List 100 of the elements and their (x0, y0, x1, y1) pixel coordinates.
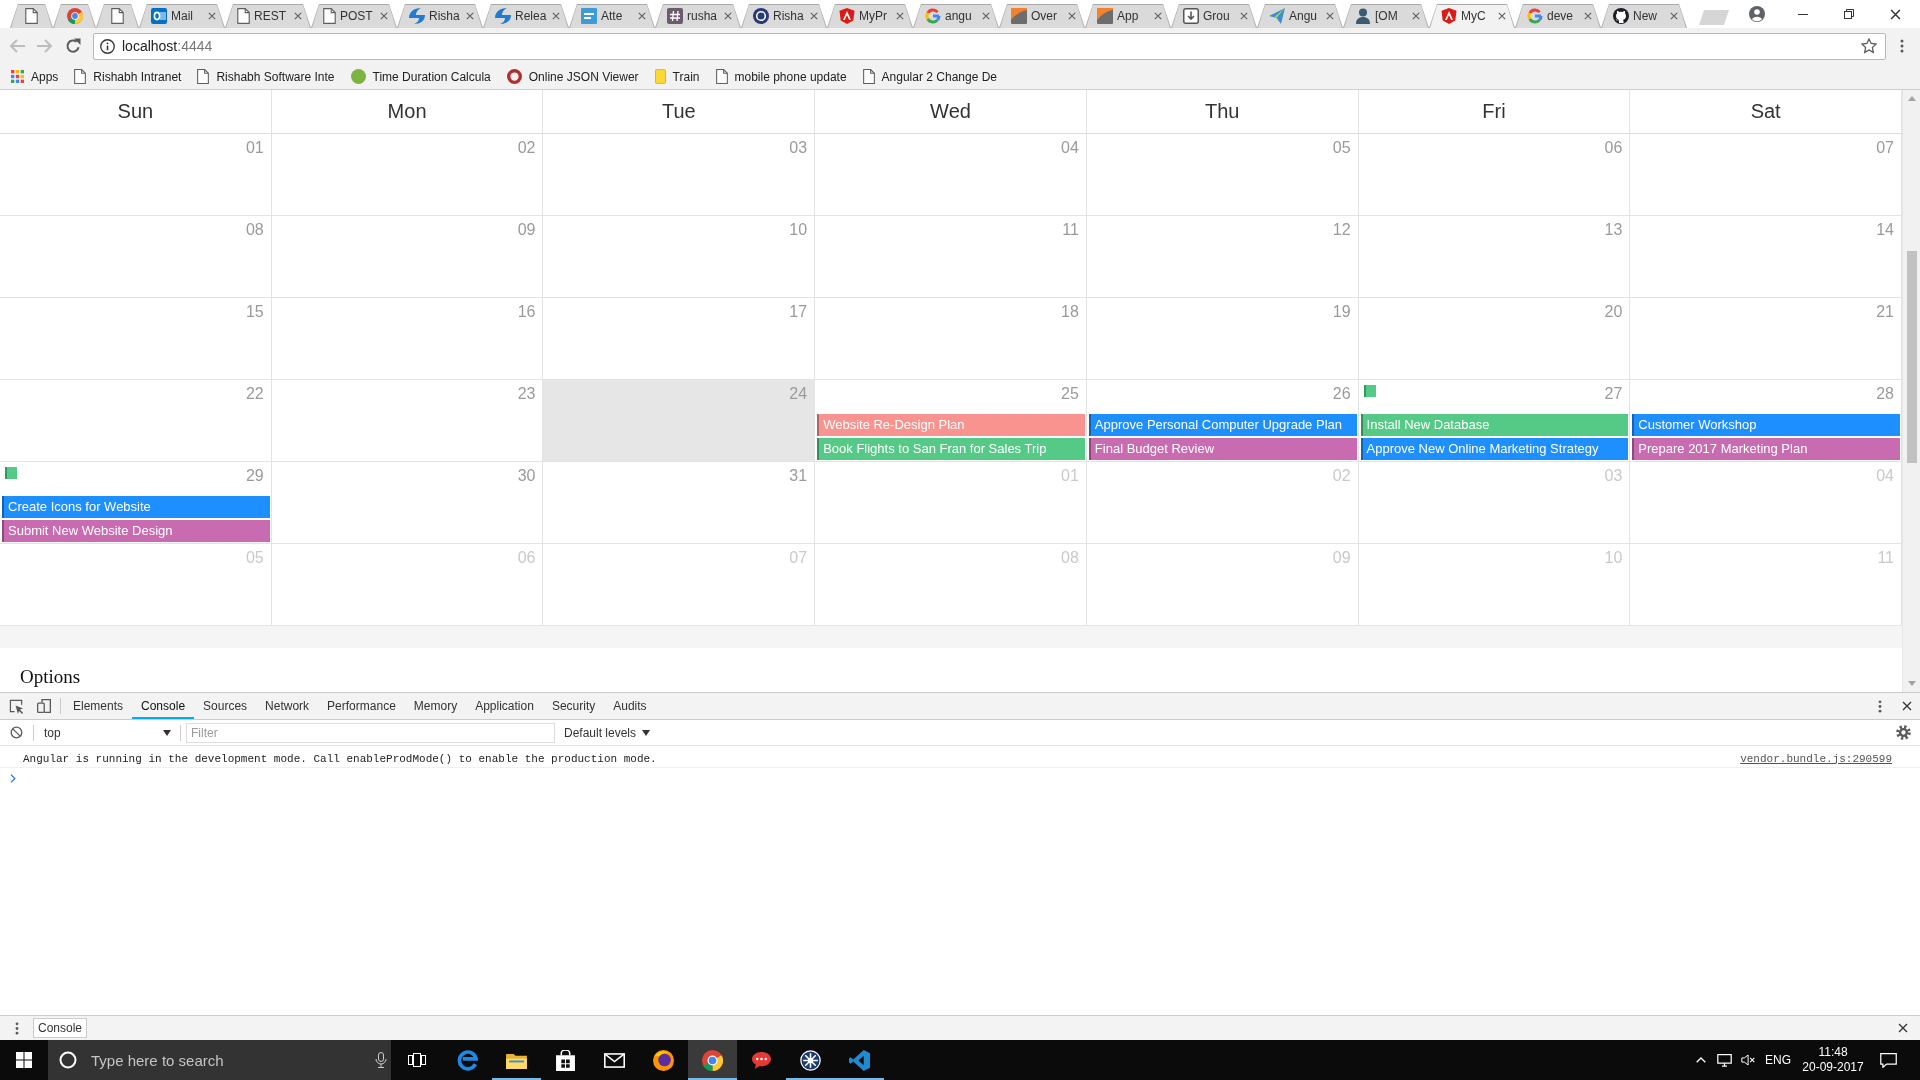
device-icon[interactable] (36, 699, 51, 713)
address-field[interactable]: localhost:4444 (93, 32, 1886, 60)
browser-tab[interactable] (10, 4, 53, 28)
context-select[interactable]: top (37, 722, 175, 743)
day-cell[interactable]: 21 (1630, 298, 1902, 380)
event-bar[interactable]: Install New Database (1360, 414, 1629, 436)
more-icon[interactable] (1877, 699, 1882, 713)
day-cell[interactable]: 17 (543, 298, 816, 380)
day-cell[interactable]: 24 (543, 380, 816, 462)
day-cell[interactable]: 05 (1086, 134, 1359, 216)
caret-icon[interactable] (1696, 1057, 1706, 1063)
browser-tab[interactable]: [OM (1343, 4, 1429, 28)
devtools-tab[interactable]: Audits (604, 693, 656, 719)
bookmark-link[interactable]: Rishabh Intranet (69, 65, 187, 88)
browser-tab[interactable]: Risha (397, 4, 483, 28)
search-field[interactable]: Type here to search (84, 1040, 361, 1080)
bookmark-link[interactable]: Angular 2 Change De (857, 65, 1002, 88)
restore-icon[interactable] (1844, 9, 1854, 19)
bookmark-link[interactable]: Apps (6, 65, 64, 88)
day-cell[interactable]: 02 (271, 134, 544, 216)
devtools-tab[interactable]: Memory (404, 693, 467, 719)
day-cell[interactable]: 26 Approve Personal Computer Upgrade Plan Final Budget Review (1086, 380, 1359, 462)
event-bar[interactable]: Approve Personal Computer Upgrade Plan (1088, 414, 1357, 436)
scrollbar[interactable] (1902, 90, 1920, 692)
reload-icon[interactable] (65, 38, 81, 54)
day-cell[interactable]: 22 (0, 380, 272, 462)
language-indicator[interactable]: ENG (1760, 1040, 1796, 1080)
devtools-tab[interactable]: Elements (64, 693, 133, 719)
day-cell[interactable]: 14 (1630, 216, 1902, 298)
day-cell[interactable]: 09 (271, 216, 544, 298)
star-icon[interactable] (1861, 38, 1877, 54)
bookmark-link[interactable]: Train (649, 65, 705, 88)
clock-time[interactable]: 11:48 (1818, 1045, 1848, 1060)
day-cell[interactable]: 29 Create Icons for Website Submit New Website Design (0, 462, 272, 544)
day-cell[interactable]: 06 (1358, 134, 1631, 216)
day-cell[interactable]: 25 Website Re-Design Plan Book Flights to San Fran for Sales Trip (815, 380, 1087, 462)
browser-tab[interactable]: MyPr (827, 4, 913, 28)
more-icon[interactable] (14, 1021, 19, 1035)
event-bar[interactable]: Prepare 2017 Marketing Plan (1632, 438, 1900, 460)
day-cell[interactable]: 20 (1358, 298, 1631, 380)
day-cell[interactable]: 18 (815, 298, 1087, 380)
bookmark-link[interactable]: Online JSON Viewer (501, 65, 644, 88)
event-bar[interactable]: Approve New Online Marketing Strategy (1360, 438, 1629, 460)
event-bar[interactable]: Website Re-Design Plan (817, 414, 1085, 436)
event-marker-icon[interactable] (5, 467, 17, 479)
minimize-icon[interactable] (1798, 13, 1808, 15)
devtools-tab[interactable]: Network (256, 693, 319, 719)
prompt-icon[interactable] (10, 774, 16, 783)
close-icon[interactable] (1889, 8, 1901, 20)
bookmark-link[interactable]: mobile phone update (710, 65, 852, 88)
day-cell[interactable]: 07 (1630, 134, 1902, 216)
day-cell[interactable]: 28 Customer Workshop Prepare 2017 Marketing Plan (1630, 380, 1902, 462)
clear-icon[interactable] (10, 726, 23, 739)
browser-tab[interactable] (96, 4, 139, 28)
microphone-icon[interactable] (361, 1040, 391, 1080)
more-icon[interactable] (1900, 39, 1904, 53)
day-cell[interactable]: 31 (543, 462, 816, 544)
browser-tab[interactable]: New (1601, 4, 1687, 28)
browser-tab[interactable]: App (1085, 4, 1171, 28)
devtools-tab[interactable]: Performance (318, 693, 405, 719)
devtools-tab[interactable]: Application (466, 693, 543, 719)
inspect-icon[interactable] (9, 698, 24, 714)
drawer-tab[interactable]: Console (33, 1018, 88, 1038)
event-bar[interactable]: Book Flights to San Fran for Sales Trip (817, 438, 1085, 460)
browser-tab[interactable] (53, 4, 96, 28)
browser-tab[interactable]: Grou (1171, 4, 1257, 28)
settings-icon[interactable] (1895, 725, 1911, 740)
event-bar[interactable]: Customer Workshop (1632, 414, 1900, 436)
browser-tab[interactable]: REST (225, 4, 311, 28)
day-cell[interactable]: 13 (1358, 216, 1631, 298)
day-cell[interactable]: 23 (271, 380, 544, 462)
filter-input[interactable]: Filter (186, 722, 555, 743)
event-bar[interactable]: Final Budget Review (1088, 438, 1357, 460)
browser-tab[interactable]: Mail (139, 4, 225, 28)
devtools-tab[interactable]: Sources (194, 693, 257, 719)
day-cell[interactable]: 10 (543, 216, 816, 298)
levels-dropdown[interactable]: Default levels (562, 725, 653, 740)
bookmark-link[interactable]: Time Duration Calcula (345, 65, 496, 88)
close-icon[interactable] (1898, 1023, 1908, 1033)
day-cell[interactable]: 16 (271, 298, 544, 380)
day-cell[interactable]: 12 (1086, 216, 1359, 298)
day-cell[interactable]: 30 (271, 462, 544, 544)
day-cell[interactable]: 11 (815, 216, 1087, 298)
profile-icon[interactable] (1749, 6, 1765, 22)
browser-tab[interactable]: deve (1515, 4, 1601, 28)
event-bar[interactable]: Submit New Website Design (2, 520, 270, 542)
speaker-muted-icon[interactable] (1740, 1054, 1756, 1066)
taskbar-app-button[interactable] (688, 1040, 737, 1080)
ring-icon[interactable] (48, 1040, 84, 1080)
browser-tab[interactable]: rusha (655, 4, 741, 28)
browser-tab[interactable]: Risha (741, 4, 827, 28)
devtools-tab[interactable]: Console (132, 693, 195, 719)
info-icon[interactable] (100, 38, 115, 54)
browser-tab[interactable]: angu (913, 4, 999, 28)
devtools-tab[interactable]: Security (542, 693, 605, 719)
browser-tab[interactable]: Relea (483, 4, 569, 28)
task-view-icon[interactable] (408, 1053, 426, 1067)
browser-tab[interactable]: Angu (1257, 4, 1343, 28)
day-cell[interactable]: 08 (0, 216, 272, 298)
notification-icon[interactable] (1879, 1052, 1897, 1068)
